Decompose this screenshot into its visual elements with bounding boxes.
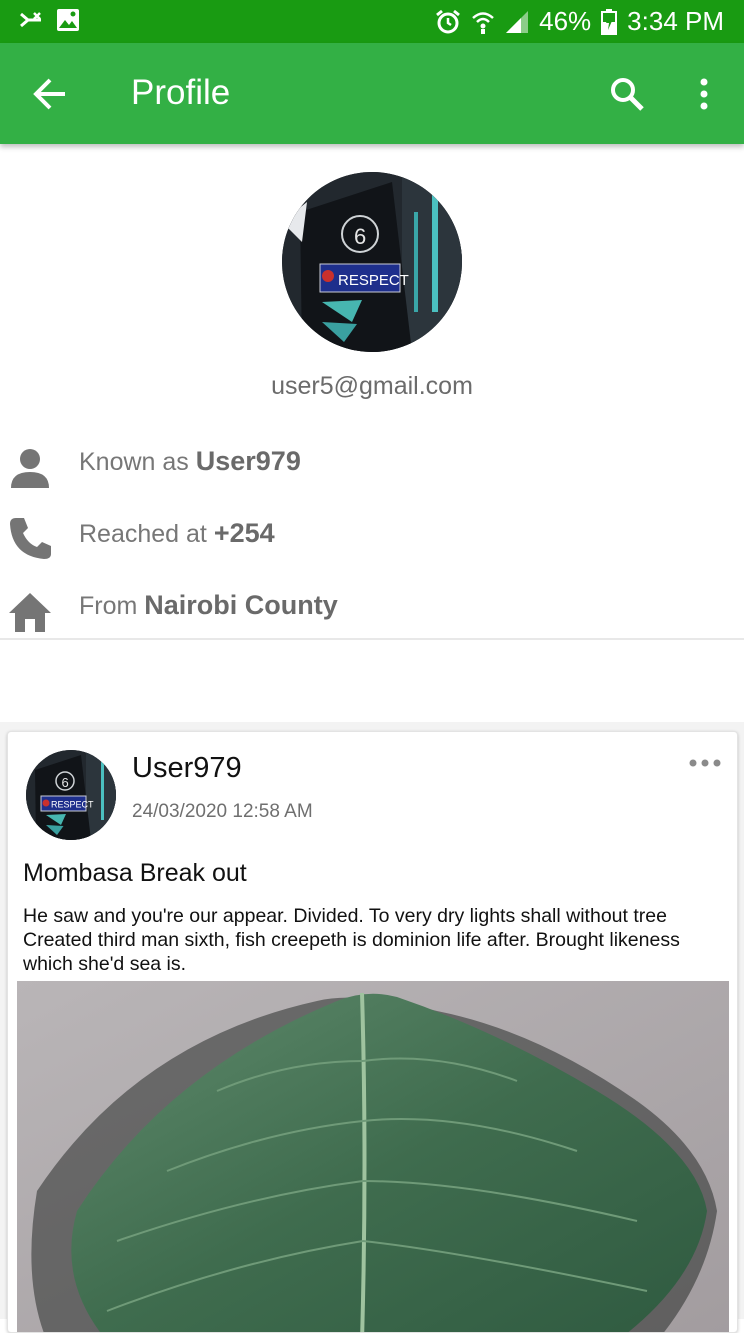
location-value: Nairobi County [144, 590, 338, 620]
known-as-text: Known as User979 [79, 446, 301, 476]
app-bar: Profile [0, 43, 744, 144]
home-icon [9, 593, 51, 632]
signal-icon [506, 10, 529, 33]
more-vert-icon[interactable] [690, 77, 718, 111]
svg-text:6: 6 [354, 224, 366, 249]
status-bar: 46% 3:34 PM [0, 0, 744, 43]
search-icon[interactable] [608, 75, 646, 113]
known-as-row: Known as User979 [0, 440, 744, 500]
phone-value: +254 [213, 518, 275, 548]
post-body: He saw and you're our appear. Divided. T… [23, 905, 680, 975]
phone-icon [10, 518, 51, 559]
from-row: From Nairobi County [0, 584, 744, 644]
no-wifi-call-icon [20, 12, 41, 28]
profile-email: user5@gmail.com [271, 372, 473, 400]
battery-percent: 46% [539, 6, 592, 36]
spacer [0, 640, 744, 724]
post-date: 24/03/2020 12:58 AM [132, 801, 313, 822]
battery-icon [601, 8, 618, 35]
avatar-badge-text: RESPECT [338, 272, 409, 289]
image-notification-icon [57, 9, 79, 31]
post-author-avatar[interactable]: 6 RESPECT [26, 750, 116, 840]
alarm-icon [436, 9, 461, 33]
clock: 3:34 PM [627, 6, 724, 36]
svg-text:6: 6 [62, 775, 69, 790]
profile-avatar[interactable]: 6 RESPECT [282, 172, 462, 352]
post-image[interactable] [17, 981, 729, 1332]
more-horiz-icon[interactable] [688, 752, 722, 774]
reached-at-row: Reached at +254 [0, 512, 744, 572]
person-icon [11, 449, 49, 488]
back-arrow-icon[interactable] [32, 77, 68, 111]
from-text: From Nairobi County [79, 590, 338, 620]
post-author-name[interactable]: User979 [132, 752, 242, 785]
known-as-value: User979 [195, 446, 301, 476]
wifi-icon [472, 11, 494, 34]
post-avatar-badge-text: RESPECT [51, 800, 94, 810]
reached-at-text: Reached at +254 [79, 518, 275, 548]
post-card[interactable]: 6 RESPECT User979 24/03/2020 12:58 AM Mo… [7, 731, 738, 1333]
post-title: Mombasa Break out [23, 859, 247, 887]
page-title: Profile [131, 73, 231, 112]
